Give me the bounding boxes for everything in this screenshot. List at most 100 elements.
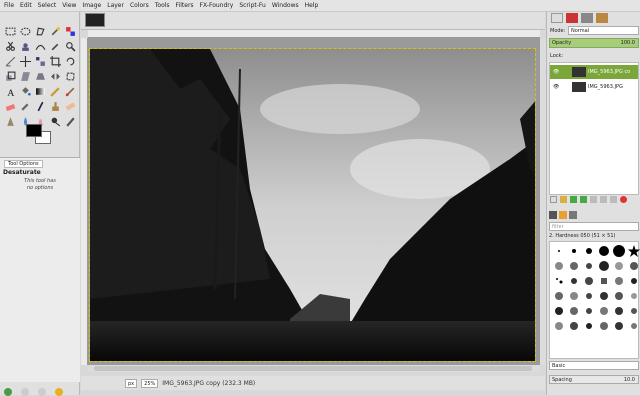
brush-item[interactable]: [582, 304, 596, 318]
scissors-tool-icon[interactable]: [3, 39, 17, 53]
menu-fx-foundry[interactable]: FX-Foundry: [200, 2, 234, 9]
clone-tool-icon[interactable]: [48, 99, 62, 113]
flip-tool-icon[interactable]: [48, 69, 62, 83]
brush-item[interactable]: [627, 259, 640, 273]
menu-windows[interactable]: Windows: [272, 2, 299, 9]
move-tool-icon[interactable]: [18, 54, 32, 68]
brush-item[interactable]: [567, 244, 581, 258]
crop-tool-icon[interactable]: [48, 54, 62, 68]
brush-item[interactable]: [567, 289, 581, 303]
brush-item[interactable]: [597, 304, 611, 318]
brush-item[interactable]: [567, 259, 581, 273]
menu-layer[interactable]: Layer: [107, 2, 124, 9]
brush-set-select[interactable]: Basic: [549, 361, 639, 370]
shear-tool-icon[interactable]: [18, 69, 32, 83]
spacing-slider[interactable]: Spacing 10.0: [549, 375, 639, 384]
airbrush-tool-icon[interactable]: [18, 99, 32, 113]
menu-edit[interactable]: Edit: [20, 2, 32, 9]
perspective-clone-tool-icon[interactable]: [3, 114, 17, 128]
blend-tool-icon[interactable]: [33, 84, 47, 98]
foreground-color-swatch[interactable]: [26, 124, 42, 137]
brush-item[interactable]: [597, 274, 611, 288]
paths-tab-icon[interactable]: [581, 13, 593, 23]
zoom-select[interactable]: 25%: [141, 378, 159, 388]
image-canvas[interactable]: [89, 48, 536, 362]
fuzzy-select-tool-icon[interactable]: [48, 24, 62, 38]
brush-item[interactable]: [627, 244, 640, 258]
brush-item[interactable]: [552, 274, 566, 288]
ellipse-select-tool-icon[interactable]: [18, 24, 32, 38]
patterns-tab-icon[interactable]: [559, 211, 567, 219]
brush-item[interactable]: [552, 259, 566, 273]
desaturate-tool-icon[interactable]: [63, 114, 77, 128]
mode-select[interactable]: Normal: [568, 26, 639, 35]
brush-item[interactable]: [597, 289, 611, 303]
paintbrush-tool-icon[interactable]: [63, 84, 77, 98]
perspective-tool-icon[interactable]: [33, 69, 47, 83]
brush-item[interactable]: [567, 304, 581, 318]
brush-item[interactable]: [567, 319, 581, 333]
brush-item[interactable]: [552, 244, 566, 258]
pencil-tool-icon[interactable]: [48, 84, 62, 98]
merge-layer-icon[interactable]: [610, 196, 617, 203]
menu-file[interactable]: File: [4, 2, 14, 9]
brush-item[interactable]: [612, 259, 626, 273]
brush-filter-input[interactable]: filter: [549, 222, 639, 231]
raise-layer-icon[interactable]: [570, 196, 577, 203]
brush-item[interactable]: [582, 244, 596, 258]
measure-tool-icon[interactable]: [3, 54, 17, 68]
anchor-layer-icon[interactable]: [600, 196, 607, 203]
eraser-tool-icon[interactable]: [3, 99, 17, 113]
brush-item[interactable]: [627, 319, 640, 333]
rect-select-tool-icon[interactable]: [3, 24, 17, 38]
layer-row[interactable]: 👁 IMG_5963.JPG co: [550, 65, 638, 79]
brush-item[interactable]: [552, 304, 566, 318]
visibility-eye-icon[interactable]: 👁: [553, 80, 559, 94]
brush-item[interactable]: [552, 289, 566, 303]
align-tool-icon[interactable]: [33, 54, 47, 68]
new-layer-icon[interactable]: [550, 196, 557, 203]
rotate-tool-icon[interactable]: [63, 54, 77, 68]
delete-layer-icon[interactable]: [620, 196, 627, 203]
brushes-tab-icon[interactable]: [549, 211, 557, 219]
cage-tool-icon[interactable]: [63, 69, 77, 83]
menu-view[interactable]: View: [62, 2, 76, 9]
brush-item[interactable]: [582, 274, 596, 288]
canvas-area[interactable]: [88, 38, 540, 365]
brush-item[interactable]: [612, 274, 626, 288]
brush-item[interactable]: [552, 319, 566, 333]
brush-item[interactable]: [612, 244, 626, 258]
undo-history-tab-icon[interactable]: [596, 13, 608, 23]
brush-item[interactable]: [582, 259, 596, 273]
brush-item[interactable]: [612, 289, 626, 303]
brush-item[interactable]: [582, 289, 596, 303]
layer-row[interactable]: 👁 IMG_5963.JPG: [550, 80, 638, 94]
brush-item[interactable]: [567, 274, 581, 288]
menu-help[interactable]: Help: [305, 2, 319, 9]
image-tab-thumbnail[interactable]: [85, 13, 105, 27]
brush-item[interactable]: [627, 304, 640, 318]
horizontal-scroll-thumb[interactable]: [94, 366, 532, 371]
foreground-select-tool-icon[interactable]: [18, 39, 32, 53]
horizontal-scrollbar[interactable]: [88, 365, 540, 372]
zoom-tool-icon[interactable]: [63, 39, 77, 53]
horizontal-ruler[interactable]: [88, 30, 540, 38]
lower-layer-icon[interactable]: [580, 196, 587, 203]
vertical-ruler[interactable]: [81, 38, 88, 365]
menu-select[interactable]: Select: [38, 2, 57, 9]
brush-item[interactable]: [612, 304, 626, 318]
menu-image[interactable]: Image: [82, 2, 101, 9]
select-by-color-tool-icon[interactable]: [63, 24, 77, 38]
menu-colors[interactable]: Colors: [130, 2, 149, 9]
layers-tab-icon[interactable]: [551, 13, 563, 23]
gradients-tab-icon[interactable]: [569, 211, 577, 219]
paths-tool-icon[interactable]: [33, 39, 47, 53]
fg-bg-color-selector[interactable]: [24, 122, 54, 148]
color-picker-tool-icon[interactable]: [48, 39, 62, 53]
heal-tool-icon[interactable]: [63, 99, 77, 113]
brush-item[interactable]: [597, 244, 611, 258]
brush-item[interactable]: [627, 274, 640, 288]
unit-select[interactable]: px: [125, 378, 138, 388]
brush-item[interactable]: [582, 319, 596, 333]
text-tool-icon[interactable]: A: [3, 84, 17, 98]
